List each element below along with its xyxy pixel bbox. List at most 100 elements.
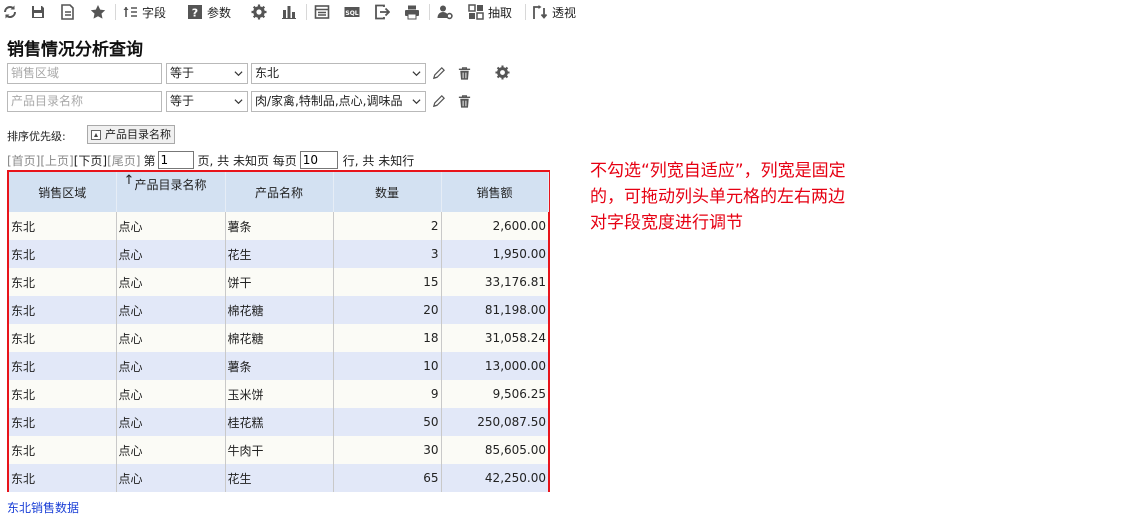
cell-quantity: 30 xyxy=(333,436,442,464)
cell-amount: 2,600.00 xyxy=(441,212,548,240)
table-row: 东北 点心 牛肉干 30 85,605.00 xyxy=(9,436,548,464)
layout-icon xyxy=(313,3,331,21)
param-label: 参数 xyxy=(207,5,232,20)
svg-text:?: ? xyxy=(192,7,198,20)
pager-first-link[interactable]: [首页] xyxy=(7,152,40,169)
pager-prev-link[interactable]: [上页] xyxy=(40,152,73,169)
cell-product: 花生 xyxy=(225,464,334,492)
cell-category: 点心 xyxy=(116,324,226,352)
sql-button[interactable]: SQL xyxy=(343,3,361,21)
export-button[interactable] xyxy=(373,3,391,21)
condition-2-operator[interactable]: 等于 xyxy=(166,91,248,112)
cell-category: 点心 xyxy=(116,464,226,492)
pencil-icon xyxy=(432,66,445,79)
chevron-down-icon xyxy=(234,99,243,105)
cell-amount: 85,605.00 xyxy=(441,436,548,464)
cell-amount: 81,198.00 xyxy=(441,296,548,324)
user-settings-icon xyxy=(436,3,454,21)
cell-quantity: 15 xyxy=(333,268,442,296)
column-header-quantity[interactable]: 数量 xyxy=(333,172,442,212)
extract-label: 抽取 xyxy=(488,5,513,20)
sort-priority-chip[interactable]: 产品目录名称 xyxy=(87,125,175,144)
toolbar-separator xyxy=(115,4,116,20)
pager-page-prefix: 第 xyxy=(143,153,156,168)
refresh-button[interactable] xyxy=(1,3,19,21)
cell-quantity: 20 xyxy=(333,296,442,324)
toolbar-separator xyxy=(429,4,430,20)
condition-1-value-text: 东北 xyxy=(255,66,280,80)
cell-amount: 31,058.24 xyxy=(441,324,548,352)
refresh-icon xyxy=(1,3,19,21)
save-as-button[interactable] xyxy=(59,3,77,21)
condition-2-value-text: 肉/家禽,特制品,点心,调味品 xyxy=(255,94,403,108)
condition-settings-button[interactable] xyxy=(493,63,511,81)
pager-page-input[interactable] xyxy=(157,151,194,169)
chevron-down-icon xyxy=(234,71,243,77)
condition-1-edit-button[interactable] xyxy=(429,64,447,82)
sql-icon: SQL xyxy=(343,3,361,21)
condition-2-field[interactable]: 产品目录名称 xyxy=(7,91,162,112)
cell-product: 棉花糖 xyxy=(225,324,334,352)
pivot-button[interactable]: 透视 xyxy=(531,3,576,21)
cell-amount: 9,506.25 xyxy=(441,380,548,408)
table-row: 东北 点心 桂花糕 50 250,087.50 xyxy=(9,408,548,436)
save-as-icon xyxy=(59,3,77,21)
user-settings-button[interactable] xyxy=(436,3,454,21)
condition-1-field[interactable]: 销售区域 xyxy=(7,63,162,84)
condition-2-delete-button[interactable] xyxy=(455,92,473,110)
trash-icon xyxy=(458,66,470,80)
cell-quantity: 2 xyxy=(333,212,442,240)
cell-product: 棉花糖 xyxy=(225,296,334,324)
pager-last-link[interactable]: [尾页] xyxy=(107,152,140,169)
condition-2-edit-button[interactable] xyxy=(429,92,447,110)
cell-region: 东北 xyxy=(9,464,117,492)
condition-1-delete-button[interactable] xyxy=(455,64,473,82)
cell-quantity: 3 xyxy=(333,240,442,268)
sort-priority-chip-label: 产品目录名称 xyxy=(105,128,171,141)
field-label: 字段 xyxy=(142,5,167,20)
data-grid: 销售区域 ↑ 产品目录名称 产品名称 数量 销售额 东北 点心 薯条 2 2,6… xyxy=(9,172,549,492)
pager-next-link[interactable]: [下页] xyxy=(74,152,107,169)
condition-2-value[interactable]: 肉/家禽,特制品,点心,调味品 xyxy=(251,91,426,112)
condition-1-operator[interactable]: 等于 xyxy=(166,63,248,84)
column-header-product-category[interactable]: ↑ 产品目录名称 xyxy=(116,172,226,212)
column-header-label: 产品名称 xyxy=(254,185,303,200)
column-header-sales-amount[interactable]: 销售额 xyxy=(441,172,549,212)
cell-amount: 250,087.50 xyxy=(441,408,548,436)
table-row: 东北 点心 薯条 2 2,600.00 xyxy=(9,212,548,240)
cell-region: 东北 xyxy=(9,212,117,240)
footer-link[interactable]: 东北销售数据 xyxy=(7,499,79,516)
cell-quantity: 65 xyxy=(333,464,442,492)
column-header-product-name[interactable]: 产品名称 xyxy=(225,172,334,212)
cell-region: 东北 xyxy=(9,380,117,408)
param-button[interactable]: ? 参数 xyxy=(186,3,231,21)
table-row: 东北 点心 饼干 15 33,176.81 xyxy=(9,268,548,296)
favorite-button[interactable] xyxy=(89,3,107,21)
cell-category: 点心 xyxy=(116,436,226,464)
table-row: 东北 点心 棉花糖 18 31,058.24 xyxy=(9,324,548,352)
cell-amount: 42,250.00 xyxy=(441,464,548,492)
param-question-icon: ? xyxy=(186,3,204,21)
save-button[interactable] xyxy=(29,3,47,21)
settings-button[interactable] xyxy=(250,3,268,21)
column-header-sales-region[interactable]: 销售区域 xyxy=(9,172,117,212)
toolbar: 字段 ? 参数 SQL 抽取 透视 xyxy=(0,0,1123,24)
column-header-label: 销售额 xyxy=(476,185,513,200)
cell-category: 点心 xyxy=(116,296,226,324)
export-icon xyxy=(373,3,391,21)
pager-per-page-input[interactable] xyxy=(299,151,338,169)
pencil-icon xyxy=(432,94,445,107)
extract-button[interactable]: 抽取 xyxy=(467,3,512,21)
layout-button[interactable] xyxy=(313,3,331,21)
chevron-down-icon xyxy=(412,99,421,105)
print-button[interactable] xyxy=(403,3,421,21)
cell-product: 薯条 xyxy=(225,212,334,240)
condition-1-value[interactable]: 东北 xyxy=(251,63,426,84)
field-button[interactable]: 字段 xyxy=(121,3,166,21)
column-header-label: 销售区域 xyxy=(38,185,87,200)
pivot-icon xyxy=(531,3,549,21)
table-row: 东北 点心 棉花糖 20 81,198.00 xyxy=(9,296,548,324)
chart-button[interactable] xyxy=(280,3,298,21)
cell-quantity: 18 xyxy=(333,324,442,352)
cell-amount: 33,176.81 xyxy=(441,268,548,296)
